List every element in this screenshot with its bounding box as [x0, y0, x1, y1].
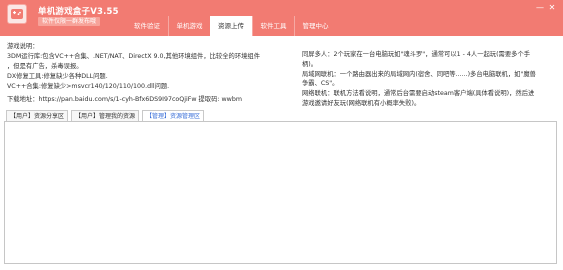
title-bar: 单机游戏盒子V3.55 软件仅限一群发布哦 软件验证 单机游戏 资源上传 软件工… — [0, 0, 563, 36]
app-logo-icon — [7, 4, 27, 24]
main-tabs: 软件验证 单机游戏 资源上传 软件工具 管理中心 — [126, 16, 336, 36]
tab-software-tools[interactable]: 软件工具 — [252, 16, 294, 36]
app-badge: 软件仅限一群发布哦 — [38, 17, 101, 26]
minimize-button[interactable]: — — [535, 3, 545, 13]
multiplayer-notes-line: 局域网联机：一个路由器出来的局域网内(宿舍、同吧等......)多台电脑联机，如… — [302, 70, 536, 78]
resource-panel — [4, 121, 557, 264]
game-notes-heading: 游戏说明： — [7, 43, 39, 50]
tab-resource-upload[interactable]: 资源上传 — [210, 16, 252, 36]
tab-software-verify[interactable]: 软件验证 — [126, 16, 168, 36]
window-controls: — ✕ — [535, 3, 557, 13]
subtab-user-share[interactable]: 【用户】资源分享区 — [6, 110, 69, 121]
game-notes-line: DX修复工具:修复缺少各种DLL问题. — [7, 73, 108, 80]
multiplayer-notes-line: 争霸、CS"。 — [302, 80, 339, 88]
game-notes-line: 3DM运行库:包含VC++合集、.NET/NAT、DirectX 9.0,其他环… — [7, 53, 261, 60]
multiplayer-notes-line: 柄)。 — [302, 60, 318, 68]
multiplayer-notes-line: 游戏邀请好友玩(网络联机有小概率失败)。 — [302, 99, 421, 107]
game-notes-line: ，但是有广告，杀毒误报。 — [7, 63, 83, 70]
subtab-user-manage[interactable]: 【用户】管理我的资源 — [71, 110, 140, 121]
download-link[interactable]: 下载地址：https://pan.baidu.com/s/1-cyh-Bfx6D… — [7, 94, 242, 103]
close-button[interactable]: ✕ — [547, 3, 557, 13]
app-title: 单机游戏盒子V3.55 — [38, 7, 119, 17]
game-notes: 游戏说明： 3DM运行库:包含VC++合集、.NET/NAT、DirectX 9… — [7, 42, 282, 92]
subtab-admin-manage[interactable]: 【管理】资源管理区 — [142, 110, 205, 121]
tab-single-games[interactable]: 单机游戏 — [168, 16, 210, 36]
tab-admin-center[interactable]: 管理中心 — [294, 16, 336, 36]
game-notes-line: VC++合集:修复缺少>msvcr140/120/110/100.dll问题. — [7, 83, 170, 90]
multiplayer-notes-line: 网络联机：联机方法看说明，通常后台需要启动steam客户端(具体看说明)，然后进 — [302, 90, 535, 98]
multiplayer-notes: 同屏多人：2个玩家在一台电脑玩如"魂斗罗"，通常可以1 - 4人一起玩(需要多个… — [302, 50, 557, 109]
multiplayer-notes-line: 同屏多人：2个玩家在一台电脑玩如"魂斗罗"，通常可以1 - 4人一起玩(需要多个… — [302, 51, 531, 58]
resource-subtabs: 【用户】资源分享区 【用户】管理我的资源 【管理】资源管理区 — [6, 110, 205, 121]
